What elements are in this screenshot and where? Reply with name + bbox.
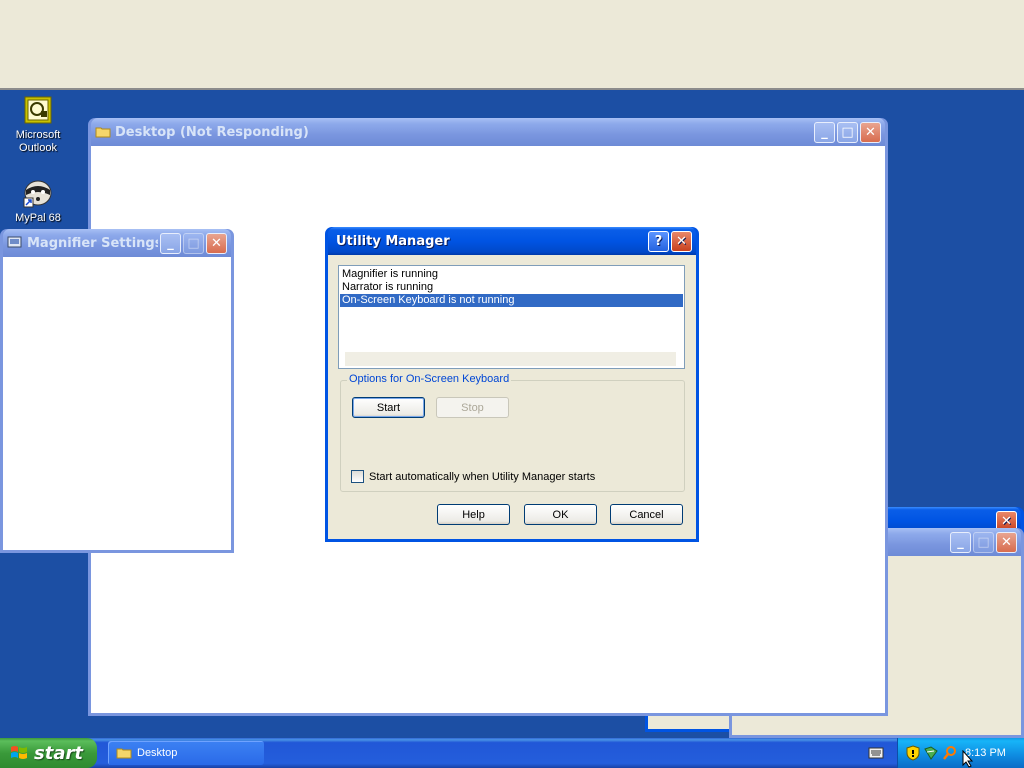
magnifier-view-pane [0,0,1024,90]
mouse-cursor-icon [962,750,974,768]
security-shield-icon[interactable] [906,745,920,761]
network-icon[interactable] [923,745,939,761]
groupbox-label: Options for On-Screen Keyboard [347,373,512,385]
magnifier-icon[interactable] [942,745,958,761]
cancel-button[interactable]: Cancel [610,504,683,525]
minimize-icon[interactable]: _ [814,121,835,143]
horizontal-scrollbar[interactable] [345,352,676,366]
taskbar-item-desktop[interactable]: Desktop [108,741,264,765]
system-tray: 8:13 PM [897,738,1024,768]
start-button[interactable]: start [0,738,97,768]
options-groupbox: Options for On-Screen Keyboard Start Sto… [340,373,685,492]
magnifier-settings-titlebar[interactable]: Magnifier Settings _ □ ✕ [3,229,231,257]
window-title: Magnifier Settings [27,235,158,251]
help-icon[interactable]: ? [648,230,669,252]
close-icon[interactable]: ✕ [671,230,692,252]
auto-start-checkbox[interactable] [351,470,364,483]
maximize-icon[interactable]: □ [837,121,858,143]
list-item[interactable]: Magnifier is running [340,268,683,281]
mypal-icon [23,180,52,208]
taskbar: start Desktop 8:13 PM [0,738,1024,768]
magnifier-settings-window[interactable]: Magnifier Settings _ □ ✕ [0,229,234,553]
list-item[interactable]: Narrator is running [340,281,683,294]
ok-button[interactable]: OK [524,504,597,525]
outlook-icon [24,96,52,124]
taskbar-item-label: Desktop [137,747,178,759]
auto-start-option[interactable]: Start automatically when Utility Manager… [351,470,595,483]
folder-icon [116,748,132,759]
close-icon[interactable]: ✕ [996,531,1017,553]
utility-manager-titlebar[interactable]: Utility Manager ? ✕ [328,227,696,255]
desktop-icon-label: MyPal 68 [15,212,61,224]
minimize-icon[interactable]: _ [950,531,971,553]
checkbox-label: Start automatically when Utility Manager… [369,470,596,483]
desktop-icon-label: Outlook [19,142,57,154]
windows-logo-icon [11,746,27,759]
magnifier-app-icon [7,236,22,248]
folder-icon [95,127,111,138]
window-title: Desktop (Not Responding) [115,124,309,140]
dialog-body: Magnifier is running Narrator is running… [328,255,696,539]
desktop-icon-label: Microsoft [15,129,61,141]
close-icon[interactable]: ✕ [860,121,881,143]
stop-button[interactable]: Stop [436,397,509,418]
dialog-title: Utility Manager [336,233,450,249]
help-button[interactable]: Help [437,504,510,525]
start-label: start [34,742,83,764]
maximize-icon[interactable]: □ [973,531,994,553]
desktop-icon-mypal[interactable]: MyPal 68 [0,176,76,225]
desktop-window-titlebar[interactable]: Desktop (Not Responding) _ □ ✕ [91,118,885,146]
desktop-icon-outlook[interactable]: Microsoft Outlook [0,95,76,155]
start-button[interactable]: Start [352,397,425,418]
maximize-icon[interactable]: □ [183,232,204,254]
magnifier-settings-client [3,257,231,550]
close-icon[interactable]: ✕ [206,232,227,254]
keyboard-icon[interactable] [868,747,884,759]
utility-manager-dialog[interactable]: Utility Manager ? ✕ Magnifier is running… [325,227,699,542]
minimize-icon[interactable]: _ [160,232,181,254]
list-item-selected[interactable]: On-Screen Keyboard is not running [339,293,684,308]
utility-listbox[interactable]: Magnifier is running Narrator is running… [338,265,685,369]
